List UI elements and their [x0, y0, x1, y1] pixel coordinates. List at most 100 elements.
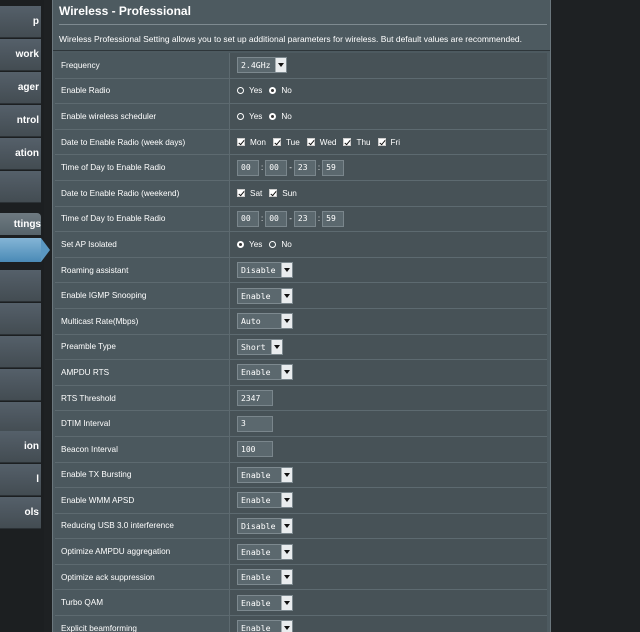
igmp-label: Enable IGMP Snooping	[55, 283, 230, 308]
rts-threshold-label: RTS Threshold	[55, 385, 230, 411]
enable-radio-no-radio[interactable]	[269, 87, 277, 95]
igmp-select[interactable]: Enable	[237, 287, 293, 304]
tx-bursting-label: Enable TX Bursting	[55, 462, 230, 488]
chevron-down-icon	[281, 544, 292, 559]
tx-bursting-select[interactable]: Enable	[237, 466, 293, 483]
preamble-select[interactable]: Short	[237, 338, 283, 355]
chevron-down-icon	[281, 288, 292, 303]
title-divider	[59, 24, 547, 25]
scheduler-yes-radio[interactable]	[237, 112, 244, 120]
row-time-weekdays: Time of Day to Enable Radio 00 : 00 - 23…	[55, 155, 547, 181]
row-tx-bursting: Enable TX Bursting Enable	[55, 462, 547, 489]
active-arrow-icon	[41, 238, 50, 262]
time-weekdays-label: Time of Day to Enable Radio	[55, 155, 230, 180]
wireless-scheduler-label: Enable wireless scheduler	[55, 104, 230, 129]
row-rts-threshold: RTS Threshold 2347	[55, 385, 547, 412]
beamforming-select[interactable]: Enable	[237, 620, 293, 632]
row-weekdays: Date to Enable Radio (week days) Mon Tue…	[55, 129, 547, 156]
beamforming-label: Explicit beamforming	[55, 616, 230, 632]
ampdu-rts-label: AMPDU RTS	[55, 360, 230, 385]
sidebar-item-4[interactable]	[0, 369, 41, 401]
turbo-qam-select[interactable]: Enable	[237, 594, 293, 611]
sidebar-item-tools[interactable]: ols	[0, 497, 41, 529]
row-multicast: Multicast Rate(Mbps) Auto	[55, 308, 547, 335]
sidebar-item-application[interactable]: ation	[0, 138, 41, 170]
ack-supp-label: Optimize ack suppression	[55, 564, 230, 590]
tue-checkbox[interactable]	[272, 138, 281, 147]
ap-isolated-no-radio[interactable]	[269, 240, 277, 248]
row-frequency: Frequency 2.4GHz	[55, 53, 547, 79]
sidebar-item-manager[interactable]: ager	[0, 72, 41, 104]
ampdu-rts-select[interactable]: Enable	[237, 364, 293, 381]
weekend-end-minute-input[interactable]: 59	[322, 210, 345, 227]
weekend-start-minute-input[interactable]: 00	[265, 210, 288, 227]
chevron-down-icon	[281, 570, 292, 585]
sidebar-item-active[interactable]	[0, 238, 41, 262]
weekday-end-hour-input[interactable]: 23	[293, 159, 316, 176]
chevron-down-icon	[281, 518, 292, 533]
row-roaming: Roaming assistant Disable	[55, 257, 547, 284]
weekday-end-minute-input[interactable]: 59	[322, 159, 345, 176]
chevron-down-icon	[281, 314, 292, 329]
time-weekend-label: Time of Day to Enable Radio	[55, 206, 230, 232]
wed-checkbox[interactable]	[306, 138, 315, 147]
ack-supp-select[interactable]: Enable	[237, 569, 293, 586]
row-usb3: Reducing USB 3.0 interference Disable	[55, 513, 547, 540]
thu-checkbox[interactable]	[343, 138, 352, 147]
scheduler-no-radio[interactable]	[269, 112, 277, 120]
usb3-label: Reducing USB 3.0 interference	[55, 513, 230, 539]
row-preamble: Preamble Type Short	[55, 334, 547, 361]
sidebar: p work ager ntrol ation ttings ion l ols	[0, 0, 50, 632]
sidebar-item-1[interactable]	[0, 270, 41, 302]
multicast-select[interactable]: Auto	[237, 313, 293, 330]
ap-isolated-label: Set AP Isolated	[55, 232, 230, 257]
weekend-start-hour-input[interactable]: 00	[237, 210, 259, 227]
multicast-label: Multicast Rate(Mbps)	[55, 308, 230, 334]
beacon-label: Beacon Interval	[55, 436, 230, 462]
sidebar-item-log[interactable]: l	[0, 464, 41, 496]
chevron-down-icon	[275, 58, 286, 73]
row-ampdu-agg: Optimize AMPDU aggregation Enable	[55, 539, 547, 565]
wmm-apsd-select[interactable]: Enable	[237, 492, 293, 509]
weekend-label: Date to Enable Radio (weekend)	[55, 180, 230, 206]
chevron-down-icon	[281, 595, 292, 610]
row-dtim: DTIM Interval 3	[55, 411, 547, 437]
sidebar-item-operation[interactable]: ion	[0, 431, 41, 463]
beacon-input[interactable]: 100	[237, 441, 273, 458]
ampdu-agg-select[interactable]: Enable	[237, 543, 293, 560]
row-turbo-qam: Turbo QAM Enable	[55, 590, 547, 617]
chevron-down-icon	[271, 339, 282, 354]
usb3-select[interactable]: Disable	[237, 517, 293, 534]
weekday-start-hour-input[interactable]: 00	[237, 159, 259, 176]
sidebar-item-network[interactable]: work	[0, 39, 41, 71]
chevron-down-icon	[281, 365, 292, 380]
weekday-start-minute-input[interactable]: 00	[265, 159, 288, 176]
sidebar-item-2[interactable]	[0, 303, 41, 335]
enable-radio-label: Enable Radio	[55, 78, 230, 104]
row-ap-isolated: Set AP Isolated Yes No	[55, 232, 547, 258]
fri-checkbox[interactable]	[377, 138, 386, 147]
sidebar-item-5[interactable]	[0, 402, 41, 434]
sidebar-item-3[interactable]	[0, 336, 41, 368]
rts-threshold-input[interactable]: 2347	[237, 390, 273, 407]
page-title: Wireless - Professional	[59, 4, 191, 18]
dtim-input[interactable]: 3	[237, 415, 273, 432]
frequency-select[interactable]: 2.4GHz	[237, 57, 287, 74]
roaming-select[interactable]: Disable	[237, 262, 293, 279]
row-igmp: Enable IGMP Snooping Enable	[55, 283, 547, 309]
sun-checkbox[interactable]	[269, 189, 278, 198]
dtim-label: DTIM Interval	[55, 411, 230, 436]
sat-checkbox[interactable]	[237, 189, 245, 198]
row-time-weekend: Time of Day to Enable Radio 00 : 00 - 23…	[55, 206, 547, 233]
sidebar-item-blank[interactable]	[0, 171, 41, 203]
mon-checkbox[interactable]	[237, 138, 245, 147]
preamble-label: Preamble Type	[55, 334, 230, 360]
row-ampdu-rts: AMPDU RTS Enable	[55, 360, 547, 386]
chevron-down-icon	[281, 621, 292, 632]
ap-isolated-yes-radio[interactable]	[237, 240, 244, 248]
chevron-down-icon	[281, 467, 292, 482]
weekend-end-hour-input[interactable]: 23	[293, 210, 316, 227]
sidebar-item-setup[interactable]: p	[0, 6, 41, 38]
sidebar-item-control[interactable]: ntrol	[0, 105, 41, 137]
enable-radio-yes-radio[interactable]	[237, 87, 244, 95]
